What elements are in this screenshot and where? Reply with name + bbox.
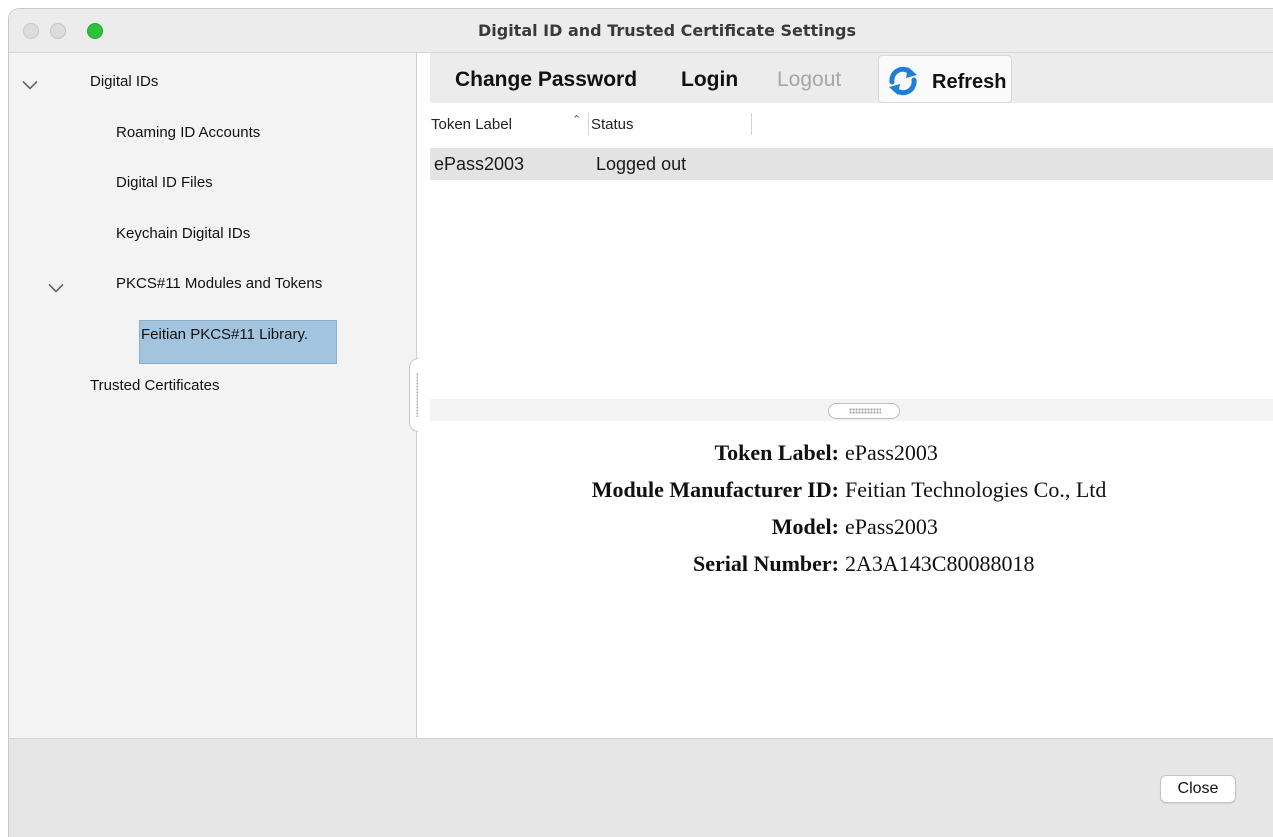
footer-bar: Close	[9, 738, 1273, 837]
column-header-token-label[interactable]: Token Label	[431, 111, 512, 139]
chevron-down-icon[interactable]	[22, 80, 38, 90]
cell-status: Logged out	[596, 154, 687, 174]
detail-manufacturer-id: Module Manufacturer ID: Feitian Technolo…	[430, 475, 1273, 505]
sidebar-item-feitian-library[interactable]: Feitian PKCS#11 Library.	[141, 326, 308, 343]
table-header: Token Label ⌃ Status	[430, 111, 1273, 139]
column-separator[interactable]	[751, 113, 752, 135]
detail-model: Model: ePass2003	[430, 512, 1273, 542]
pane-split-bar[interactable]	[430, 399, 1273, 421]
detail-token-label: Token Label: ePass2003	[430, 438, 1273, 468]
table-row[interactable]: ePass2003 Logged out	[430, 148, 1273, 180]
chevron-down-icon[interactable]	[48, 283, 64, 293]
grip-dots-icon	[849, 408, 881, 414]
column-header-status[interactable]: Status	[591, 111, 634, 139]
change-password-button[interactable]: Change Password	[455, 53, 637, 103]
detail-value: 2A3A143C80088018	[845, 551, 1035, 576]
main-panel: Change Password Login Logout Refresh Tok…	[418, 53, 1273, 738]
detail-value: Feitian Technologies Co., Ltd	[845, 477, 1107, 502]
window-title: Digital ID and Trusted Certificate Setti…	[477, 21, 857, 40]
refresh-button[interactable]: Refresh	[878, 55, 1012, 103]
close-button[interactable]: Close	[1160, 775, 1236, 803]
split-grip[interactable]	[828, 403, 900, 419]
logout-button[interactable]: Logout	[777, 53, 841, 103]
sidebar-tree: Digital IDs Roaming ID Accounts Digital …	[9, 53, 417, 738]
detail-value: ePass2003	[845, 440, 938, 465]
refresh-label: Refresh	[932, 71, 1007, 93]
detail-key: Serial Number:	[692, 551, 839, 576]
detail-key: Module Manufacturer ID:	[591, 477, 839, 502]
sidebar-item-roaming-id-accounts[interactable]: Roaming ID Accounts	[116, 124, 260, 141]
sidebar-item-keychain-digital-ids[interactable]: Keychain Digital IDs	[116, 225, 250, 242]
toolbar: Change Password Login Logout Refresh	[430, 53, 1273, 103]
title-bar: Digital ID and Trusted Certificate Setti…	[9, 9, 1273, 53]
sidebar-item-trusted-certificates[interactable]: Trusted Certificates	[90, 377, 220, 394]
detail-key: Token Label:	[714, 440, 839, 465]
column-separator[interactable]	[588, 113, 589, 135]
refresh-icon	[887, 65, 919, 97]
login-button[interactable]: Login	[681, 53, 738, 103]
detail-value: ePass2003	[845, 514, 938, 539]
detail-key: Model:	[771, 514, 839, 539]
sidebar-item-digital-ids[interactable]: Digital IDs	[90, 73, 158, 90]
cell-token-label: ePass2003	[434, 154, 525, 174]
sidebar-item-pkcs11-modules[interactable]: PKCS#11 Modules and Tokens	[116, 275, 322, 292]
sort-ascending-icon: ⌃	[572, 114, 582, 126]
detail-serial-number: Serial Number: 2A3A143C80088018	[430, 549, 1273, 579]
settings-window: Digital ID and Trusted Certificate Setti…	[8, 8, 1273, 837]
sidebar-item-digital-id-files[interactable]: Digital ID Files	[116, 174, 213, 191]
